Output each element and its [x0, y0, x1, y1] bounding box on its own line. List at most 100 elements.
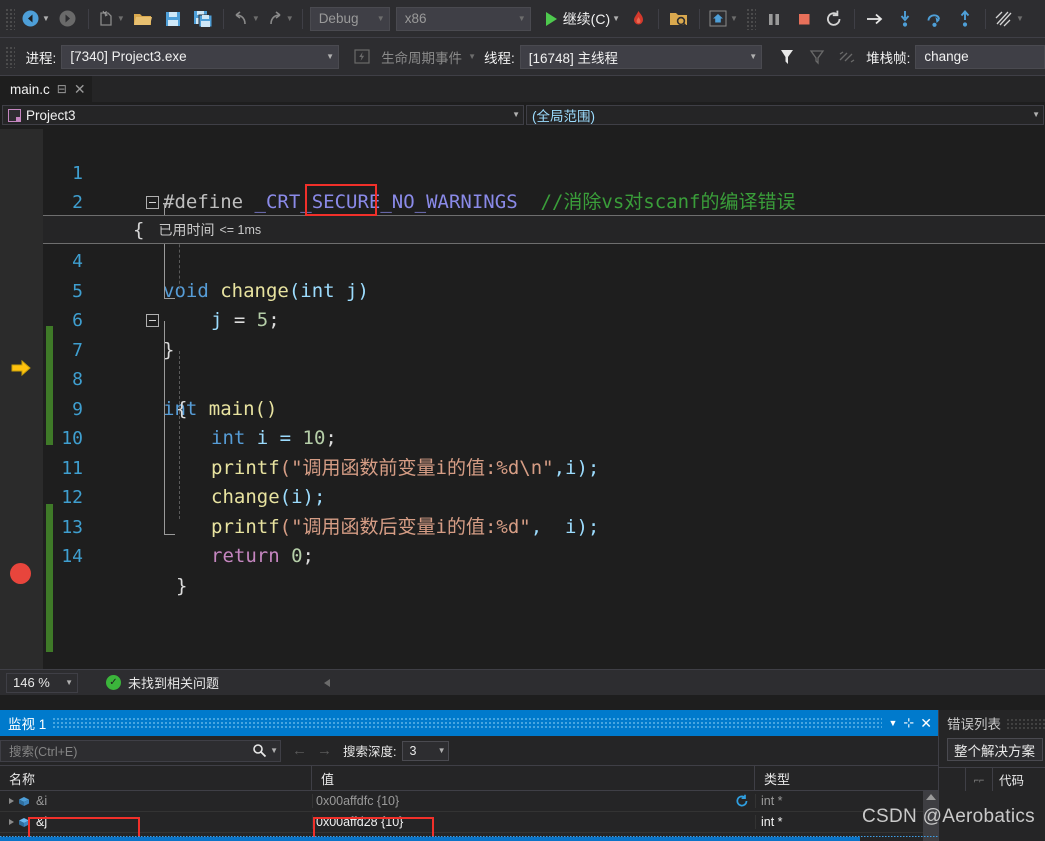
home-button[interactable]: ▼: [705, 6, 741, 32]
continue-button[interactable]: 继续(C) ▼: [543, 6, 623, 32]
undo-button[interactable]: ▼: [229, 6, 263, 32]
scope-dropdown[interactable]: (全局范围) ▼: [526, 105, 1044, 125]
restart-button[interactable]: [819, 6, 849, 32]
title-drag-dots[interactable]: [1006, 718, 1045, 729]
table-row[interactable]: &i 0x00affdfc {10} int *: [0, 791, 938, 812]
toolbar-grip[interactable]: [5, 46, 15, 68]
flag-filter-button[interactable]: [772, 44, 802, 70]
pin-icon[interactable]: ⊹: [903, 715, 914, 731]
search-input[interactable]: 搜索(Ctrl+E) ▼: [0, 740, 281, 762]
magnifier-icon[interactable]: [252, 743, 267, 758]
collapse-fold-icon[interactable]: [146, 314, 159, 327]
attach-to-process-button[interactable]: [664, 6, 694, 32]
chevron-down-icon[interactable]: ▼: [326, 53, 334, 61]
hot-reload-button[interactable]: [623, 6, 653, 32]
search-prev-button[interactable]: ←: [287, 742, 312, 759]
navigate-backward-button[interactable]: ▼: [18, 6, 53, 32]
expander-icon[interactable]: [9, 819, 14, 825]
toolbar-grip[interactable]: [5, 8, 15, 30]
chevron-down-icon[interactable]: ▼: [252, 15, 260, 23]
project-dropdown[interactable]: Project3 ▼: [2, 105, 524, 125]
tab-main-c[interactable]: main.c ⊟ ✕: [0, 75, 92, 102]
threads-filter-button[interactable]: [832, 44, 862, 70]
breakpoint-icon[interactable]: [10, 563, 31, 584]
close-icon[interactable]: ✕: [920, 715, 932, 732]
toolbar-grip[interactable]: [746, 8, 756, 30]
lifecycle-events-button[interactable]: [347, 44, 377, 70]
chevron-down-icon[interactable]: ▼: [270, 747, 278, 755]
search-next-button[interactable]: →: [312, 742, 337, 759]
close-icon[interactable]: ✕: [74, 82, 86, 96]
chevron-down-icon[interactable]: ▼: [730, 15, 738, 23]
expander-icon[interactable]: [9, 798, 14, 804]
column-header-code[interactable]: 代码: [993, 770, 1024, 789]
refresh-icon[interactable]: [735, 794, 749, 808]
chevron-down-icon[interactable]: ▼: [1016, 15, 1024, 23]
thread-dropdown[interactable]: [16748] 主线程 ▼: [520, 45, 762, 69]
scroll-up-icon[interactable]: [926, 794, 936, 800]
scope-value: (全局范围): [532, 105, 1025, 125]
step-into-button[interactable]: [890, 6, 920, 32]
chevron-down-icon[interactable]: ▼: [42, 15, 50, 23]
thread-value: [16748] 主线程: [529, 47, 747, 67]
step-over-button[interactable]: [920, 6, 950, 32]
chevron-down-icon[interactable]: ▼: [438, 747, 446, 755]
chevron-down-icon[interactable]: ▼: [1032, 111, 1040, 119]
navigate-forward-button[interactable]: [53, 6, 83, 32]
keyword-token: return: [211, 545, 280, 567]
watch-name-cell[interactable]: &i: [0, 794, 312, 808]
break-all-button[interactable]: [759, 6, 789, 32]
error-list-title-bar[interactable]: 错误列表: [939, 710, 1045, 736]
chevron-down-icon[interactable]: ▼: [377, 15, 385, 23]
save-button[interactable]: [158, 6, 188, 32]
chevron-down-icon[interactable]: ▼: [612, 15, 620, 23]
sort-indicator-icon[interactable]: ⌐⌐: [966, 768, 993, 791]
column-header-type[interactable]: 类型: [755, 766, 923, 790]
search-depth-dropdown[interactable]: 3 ▼: [402, 741, 449, 761]
save-all-button[interactable]: [188, 6, 218, 32]
watch-window-title-bar[interactable]: 监视 1 ▼ ⊹ ✕: [0, 710, 938, 736]
code-analysis-status[interactable]: ✓ 未找到相关问题: [106, 673, 219, 692]
redo-button[interactable]: ▼: [263, 6, 297, 32]
chevron-down-icon[interactable]: ▼: [65, 679, 73, 687]
collapse-fold-icon[interactable]: [146, 196, 159, 209]
process-dropdown[interactable]: [7340] Project3.exe ▼: [61, 45, 339, 69]
code-line: 3 void change(int j): [43, 188, 1045, 218]
chevron-down-icon[interactable]: ▼: [286, 15, 294, 23]
column-header-value[interactable]: 值: [312, 766, 755, 790]
variable-icon: [18, 796, 30, 807]
solution-platform-dropdown[interactable]: x86 ▼: [396, 7, 531, 31]
chevron-down-icon[interactable]: ▼: [512, 111, 520, 119]
new-item-button[interactable]: ▼: [94, 6, 128, 32]
chevron-down-icon[interactable]: ▼: [749, 53, 757, 61]
flag-filter-clear-button[interactable]: [802, 44, 832, 70]
chevron-down-icon[interactable]: ▼: [518, 15, 526, 23]
show-next-statement-button[interactable]: [860, 6, 890, 32]
chevron-down-icon[interactable]: ▼: [468, 53, 476, 61]
code-text-area[interactable]: 1 #define _CRT_SECURE_NO_WARNINGS //消除vs…: [43, 129, 1045, 669]
number-token: 0: [280, 545, 303, 567]
watch-scrollbar[interactable]: [923, 791, 938, 841]
code-line: 5 j = 5;: [43, 247, 1045, 277]
open-file-button[interactable]: [128, 6, 158, 32]
solution-configuration-dropdown[interactable]: Debug ▼: [310, 7, 390, 31]
title-drag-dots[interactable]: [52, 717, 882, 730]
brace-token: }: [176, 575, 187, 597]
table-row[interactable]: &j 0x00affd28 {10} int *: [0, 812, 938, 833]
column-header-name[interactable]: 名称: [0, 766, 312, 790]
chevron-down-icon[interactable]: ▼: [117, 15, 125, 23]
stop-debugging-button[interactable]: [789, 6, 819, 32]
stackframe-dropdown[interactable]: change: [915, 45, 1045, 69]
watch-value-cell[interactable]: 0x00affdfc {10}: [312, 794, 755, 808]
step-out-button[interactable]: [950, 6, 980, 32]
zoom-level-dropdown[interactable]: 146 % ▼: [6, 673, 78, 693]
scroll-left-icon[interactable]: [324, 679, 330, 687]
watch-toolbar: 搜索(Ctrl+E) ▼ ← → 搜索深度: 3 ▼: [0, 736, 938, 766]
error-scope-dropdown[interactable]: 整个解决方案: [947, 738, 1043, 761]
watch-name: &i: [36, 794, 47, 808]
editor-gutter[interactable]: [0, 129, 43, 669]
code-editor[interactable]: 1 #define _CRT_SECURE_NO_WARNINGS //消除vs…: [0, 129, 1045, 669]
chevron-down-icon[interactable]: ▼: [888, 718, 897, 728]
threads-window-button[interactable]: ▼: [991, 6, 1027, 32]
pin-icon[interactable]: ⊟: [57, 83, 67, 95]
